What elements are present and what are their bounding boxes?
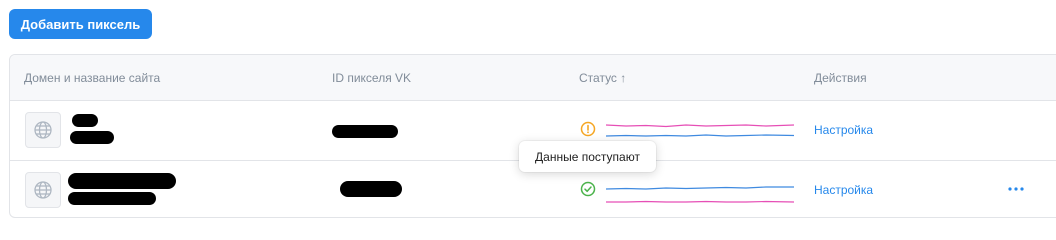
redacted-site-name — [68, 173, 176, 189]
add-pixel-button[interactable]: Добавить пиксель — [9, 9, 152, 39]
redacted-domain — [70, 131, 114, 144]
column-header-status[interactable]: Статус ↑ — [579, 71, 626, 85]
redacted-site-name — [72, 114, 98, 127]
redacted-domain — [68, 192, 156, 205]
column-header-pixel-id[interactable]: ID пикселя VK — [332, 71, 411, 85]
redacted-pixel-id — [340, 181, 402, 197]
activity-sparkline — [606, 186, 794, 203]
table-header: Домен и название сайта ID пикселя VK Ста… — [10, 55, 1056, 101]
globe-icon — [25, 112, 61, 148]
status-tooltip: Данные поступают — [519, 141, 656, 172]
more-options-icon[interactable] — [1006, 179, 1026, 199]
check-circle-icon — [580, 181, 596, 197]
column-header-domain[interactable]: Домен и название сайта — [24, 71, 160, 85]
warning-icon — [580, 121, 596, 137]
pixels-table: Домен и название сайта ID пикселя VK Ста… — [9, 54, 1056, 218]
globe-icon — [25, 172, 61, 208]
redacted-pixel-id — [332, 125, 398, 138]
settings-link[interactable]: Настройка — [814, 183, 873, 197]
settings-link[interactable]: Настройка — [814, 123, 873, 137]
column-header-actions: Действия — [814, 71, 867, 85]
